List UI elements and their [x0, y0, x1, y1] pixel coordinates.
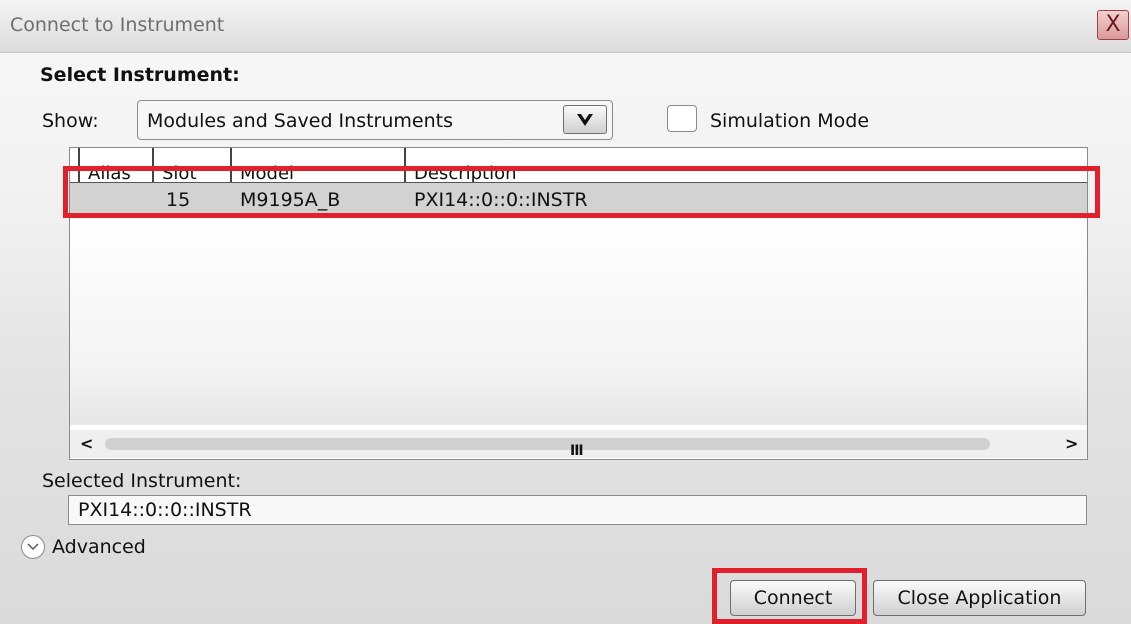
advanced-toggle[interactable]: Advanced [52, 536, 146, 558]
close-icon[interactable]: X [1097, 10, 1129, 40]
horizontal-scrollbar[interactable]: < III > [70, 430, 1087, 459]
show-dropdown-value: Modules and Saved Instruments [147, 110, 453, 132]
select-instrument-heading: Select Instrument: [40, 64, 240, 86]
row-highlight-box [63, 166, 1100, 218]
window-title: Connect to Instrument [10, 14, 225, 36]
chevron-down-icon [577, 114, 593, 126]
scroll-right-icon[interactable]: > [1065, 434, 1078, 453]
scroll-thumb[interactable]: III [105, 438, 990, 459]
table-empty-area [70, 215, 1087, 425]
show-dropdown[interactable]: Modules and Saved Instruments [137, 100, 613, 140]
simulation-mode-label: Simulation Mode [710, 110, 870, 132]
selected-instrument-label: Selected Instrument: [42, 470, 242, 492]
scroll-grip: III [570, 443, 584, 459]
chevron-down-circle-icon[interactable] [21, 535, 45, 559]
close-application-button[interactable]: Close Application [873, 580, 1086, 616]
title-bar: Connect to Instrument X [0, 0, 1131, 53]
scroll-left-icon[interactable]: < [80, 434, 93, 453]
simulation-mode-checkbox[interactable] [667, 105, 697, 132]
selected-instrument-field[interactable]: PXI14::0::0::INSTR [68, 495, 1087, 525]
dropdown-button[interactable] [563, 105, 607, 134]
connect-highlight-box [712, 568, 867, 624]
show-label: Show: [42, 110, 99, 132]
